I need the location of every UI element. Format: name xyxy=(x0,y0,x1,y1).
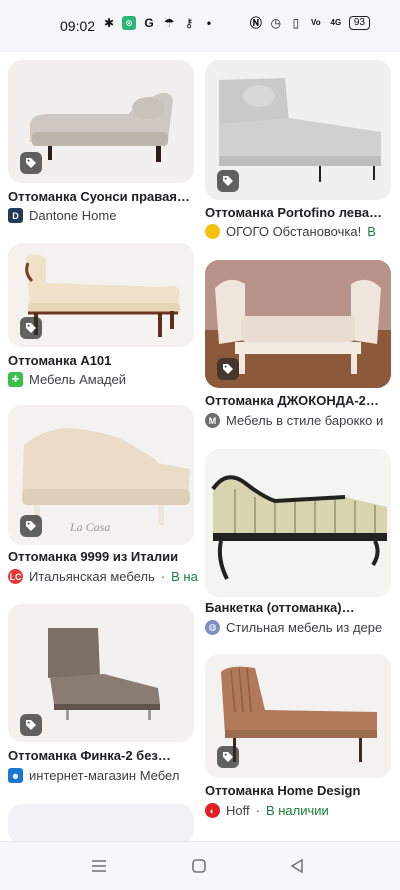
product-image[interactable] xyxy=(8,604,194,742)
source-name: Hoff xyxy=(226,803,250,818)
home-square-icon[interactable] xyxy=(187,854,211,878)
google-g-icon: G xyxy=(144,16,154,30)
result-source[interactable]: LC Итальянская мебель · В на xyxy=(8,569,204,584)
result-source[interactable]: ◍ Стильная мебель из дере xyxy=(205,620,400,635)
chaise-lounge-image xyxy=(205,449,391,597)
source-logo-icon: LC xyxy=(8,569,23,584)
result-title[interactable]: Оттоманка Home Design xyxy=(205,783,391,798)
tag-icon[interactable] xyxy=(20,515,42,537)
result-title[interactable]: Банкетка (оттоманка)… xyxy=(205,600,391,615)
product-image[interactable] xyxy=(205,60,391,200)
result-card[interactable]: Оттоманка Home Design ◐ Hoff · В наличии xyxy=(205,654,391,818)
person-icon: ☻ xyxy=(8,768,23,783)
product-image[interactable] xyxy=(8,804,194,844)
result-card[interactable]: Банкетка (оттоманка)… ◍ Стильная мебель … xyxy=(205,449,391,635)
result-title[interactable]: Оттоманка Финка-2 без… xyxy=(8,748,194,763)
result-source[interactable]: ОГОГО Обстановочка! В xyxy=(205,224,400,239)
result-card[interactable]: Оттоманка Суонси правая… D Dantone Home xyxy=(8,60,194,223)
result-source[interactable]: ☻ интернет-магазин Мебел xyxy=(8,768,204,783)
menu-icon[interactable] xyxy=(87,854,111,878)
result-title[interactable]: Оттоманка Portofino лева… xyxy=(205,205,391,220)
product-image[interactable] xyxy=(8,60,194,183)
umbrella-icon: ☂ xyxy=(163,16,175,30)
vibrate-icon: ▯ xyxy=(292,16,300,30)
availability-label: В наличии xyxy=(265,803,329,818)
product-image[interactable] xyxy=(8,243,194,347)
source-name: интернет-магазин Мебел xyxy=(29,768,180,783)
source-name: Итальянская мебель xyxy=(29,569,155,584)
result-source[interactable]: M Мебель в стиле барокко и xyxy=(205,413,400,428)
puzzle-icon: ✚ xyxy=(8,372,23,387)
result-card[interactable]: Оттоманка ДЖОКОНДА-2… M Мебель в стиле б… xyxy=(205,260,391,428)
nfc-icon: Ⓝ xyxy=(249,16,262,30)
source-logo-icon: M xyxy=(205,413,220,428)
dot-icon: • xyxy=(206,16,212,30)
system-nav-bar xyxy=(0,841,400,890)
availability-label: В xyxy=(367,224,376,239)
tag-icon[interactable] xyxy=(20,152,42,174)
result-title[interactable]: Оттоманка Суонси правая… xyxy=(8,189,194,204)
tag-icon[interactable] xyxy=(217,170,239,192)
settings-gear-icon: ✱ xyxy=(103,16,115,30)
signal-4g-icon: 4G xyxy=(330,18,342,27)
result-card[interactable]: Оттоманка А101 ✚ Мебель Амадей xyxy=(8,243,194,387)
result-card[interactable]: Оттоманка Финка-2 без… ☻ интернет-магази… xyxy=(8,604,194,783)
tag-icon[interactable] xyxy=(20,714,42,736)
result-title[interactable]: Оттоманка А101 xyxy=(8,353,194,368)
svg-text:La Casa: La Casa xyxy=(69,520,110,534)
battery-icon: 93 xyxy=(348,16,370,30)
source-name: Мебель в стиле барокко и xyxy=(226,413,384,428)
result-card[interactable]: La Casa Оттоманка 9999 из Италии LC Итал… xyxy=(8,405,198,584)
result-source[interactable]: ◐ Hoff · В наличии xyxy=(205,803,400,818)
product-image[interactable]: La Casa xyxy=(8,405,194,545)
tag-icon[interactable] xyxy=(20,317,42,339)
result-card[interactable] xyxy=(8,804,194,844)
status-bar: 09:02 ✱ ⊙ G ☂ ⚷ • Ⓝ ◷ ▯ Vo 4G 93 xyxy=(0,0,400,52)
globe-icon: ◍ xyxy=(205,620,220,635)
source-logo-icon xyxy=(205,224,220,239)
hoff-logo-icon: ◐ xyxy=(205,803,220,818)
tag-icon[interactable] xyxy=(217,358,239,380)
result-source[interactable]: ✚ Мебель Амадей xyxy=(8,372,204,387)
app-badge-icon: ⊙ xyxy=(122,16,136,30)
availability-label: В на xyxy=(171,569,198,584)
battery-level: 93 xyxy=(353,17,365,28)
key-icon: ⚷ xyxy=(184,16,194,30)
result-title[interactable]: Оттоманка 9999 из Италии xyxy=(8,549,194,564)
alarm-icon: ◷ xyxy=(270,16,282,30)
result-source[interactable]: D Dantone Home xyxy=(8,208,204,223)
product-image[interactable] xyxy=(205,449,391,597)
source-name: ОГОГО Обстановочка! xyxy=(226,224,362,239)
product-image[interactable] xyxy=(205,260,391,388)
product-image[interactable] xyxy=(205,654,391,778)
status-time: 09:02 xyxy=(60,18,96,34)
source-name: Стильная мебель из дере xyxy=(226,620,383,635)
source-name: Dantone Home xyxy=(29,208,117,223)
tag-icon[interactable] xyxy=(217,746,239,768)
source-name: Мебель Амадей xyxy=(29,372,127,387)
result-card[interactable]: Оттоманка Portofino лева… ОГОГО Обстанов… xyxy=(205,60,391,239)
source-logo-icon: D xyxy=(8,208,23,223)
volte-icon: Vo xyxy=(311,18,321,27)
result-title[interactable]: Оттоманка ДЖОКОНДА-2… xyxy=(205,393,391,408)
back-triangle-icon[interactable] xyxy=(285,854,309,878)
